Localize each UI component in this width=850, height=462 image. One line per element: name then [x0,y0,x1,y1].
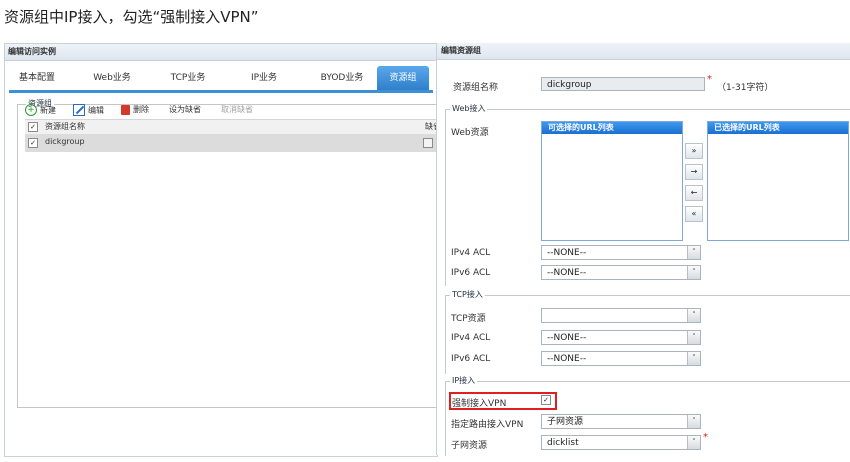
tcp-ipv4-select[interactable]: --NONE-- ˅ [541,330,701,345]
move-left-button[interactable]: ← [685,185,703,201]
ip-legend: IP接入 [450,375,478,386]
required-mark: * [703,432,708,443]
web-resource-label: Web资源 [451,128,489,138]
tab-tcp[interactable]: TCP业务 [157,66,219,90]
chevron-down-icon: ˅ [687,331,700,344]
tab-resource-group[interactable]: 资源组 [377,66,429,90]
tcp-ipv6-select[interactable]: --NONE-- ˅ [541,351,701,366]
move-right-button[interactable]: → [685,164,703,180]
available-list-header: 可选择的URL列表 [542,122,682,134]
tab-ip[interactable]: IP业务 [233,66,295,90]
selected-url-list[interactable]: 已选择的URL列表 [707,121,849,241]
trash-icon [121,104,130,115]
web-ipv6-value: --NONE-- [547,268,587,278]
subnet-label: 子网资源 [451,441,488,451]
subnet-select[interactable]: dicklist ˅ [541,435,701,450]
cancel-default-label: 取消缺省 [221,105,253,114]
route-value: 子网资源 [547,417,584,427]
tcp-ipv6-value: --NONE-- [547,354,587,364]
tab-web[interactable]: Web业务 [81,66,143,90]
tcp-ipv4-label: IPv4 ACL [451,333,491,343]
web-legend: Web接入 [450,103,488,114]
row-name: dickgroup [45,137,85,146]
tab-bar: 基本配置 Web业务 TCP业务 IP业务 BYOD业务 资源组 [9,66,433,93]
panel-title: 编辑资源组 [437,43,850,60]
new-label: 新建 [40,105,56,115]
chevron-down-icon: ˅ [687,266,700,279]
add-icon: + [25,104,37,116]
required-mark: * [707,74,712,85]
web-ipv4-select[interactable]: --NONE-- ˅ [541,245,701,260]
cancel-default-button: 取消缺省 [221,104,253,115]
row-checkbox[interactable]: ✓ [28,138,38,148]
page-caption: 资源组中IP接入，勾选“强制接入VPN” [4,8,259,26]
chevron-down-icon: ˅ [687,246,700,259]
tab-byod[interactable]: BYOD业务 [309,66,375,90]
force-vpn-label: 强制接入VPN [452,399,507,409]
selected-list-header: 已选择的URL列表 [708,122,848,134]
delete-label: 删除 [133,105,149,114]
group-name-label: 资源组名称 [453,83,499,93]
tcp-resource-label: TCP资源 [451,314,486,324]
chevron-down-icon: ˅ [687,309,700,322]
set-default-label: 设为缺省 [169,105,201,114]
group-name-input[interactable]: dickgroup [541,77,705,91]
col-name-header[interactable]: 资源组名称 [45,121,85,132]
route-select[interactable]: 子网资源 ˅ [541,414,701,429]
force-vpn-checkbox[interactable]: ✓ [541,395,551,405]
edit-label: 编辑 [88,105,104,115]
chevron-down-icon: ˅ [687,415,700,428]
web-ipv6-select[interactable]: --NONE-- ˅ [541,265,701,280]
edit-button[interactable]: 编辑 [73,104,104,116]
select-all-checkbox[interactable]: ✓ [28,122,38,132]
web-ipv4-label: IPv4 ACL [451,248,491,258]
set-default-button[interactable]: 设为缺省 [169,104,201,115]
delete-button[interactable]: 删除 [121,104,149,115]
tcp-ipv6-label: IPv6 ACL [451,354,491,364]
web-ipv4-value: --NONE-- [547,248,587,258]
edit-resource-group-panel: 编辑资源组 资源组名称 dickgroup * （1-31字符） Web接入 W… [436,43,850,456]
edit-icon [73,104,85,116]
tcp-resource-select[interactable]: ˅ [541,308,701,323]
tab-basic[interactable]: 基本配置 [9,66,65,90]
available-url-list[interactable]: 可选择的URL列表 [541,121,683,241]
subnet-value: dicklist [547,438,579,448]
route-label: 指定路由接入VPN [451,420,524,430]
group-name-hint: （1-31字符） [717,83,774,93]
move-all-right-button[interactable]: » [685,143,703,159]
new-button[interactable]: + 新建 [25,104,56,116]
row-default-checkbox[interactable] [423,138,433,148]
chevron-down-icon: ˅ [687,352,700,365]
grid-header: ✓ 资源组名称 缺省 [25,119,437,135]
tcp-legend: TCP接入 [450,289,485,300]
move-all-left-button[interactable]: « [685,206,703,222]
panel-title: 编辑访问实例 [5,44,437,61]
access-instance-panel: 编辑访问实例 基本配置 Web业务 TCP业务 IP业务 BYOD业务 资源组 … [4,43,438,457]
web-ipv6-label: IPv6 ACL [451,268,491,278]
chevron-down-icon: ˅ [687,436,700,449]
tcp-ipv4-value: --NONE-- [547,333,587,343]
table-row[interactable]: ✓ dickgroup [25,134,437,152]
